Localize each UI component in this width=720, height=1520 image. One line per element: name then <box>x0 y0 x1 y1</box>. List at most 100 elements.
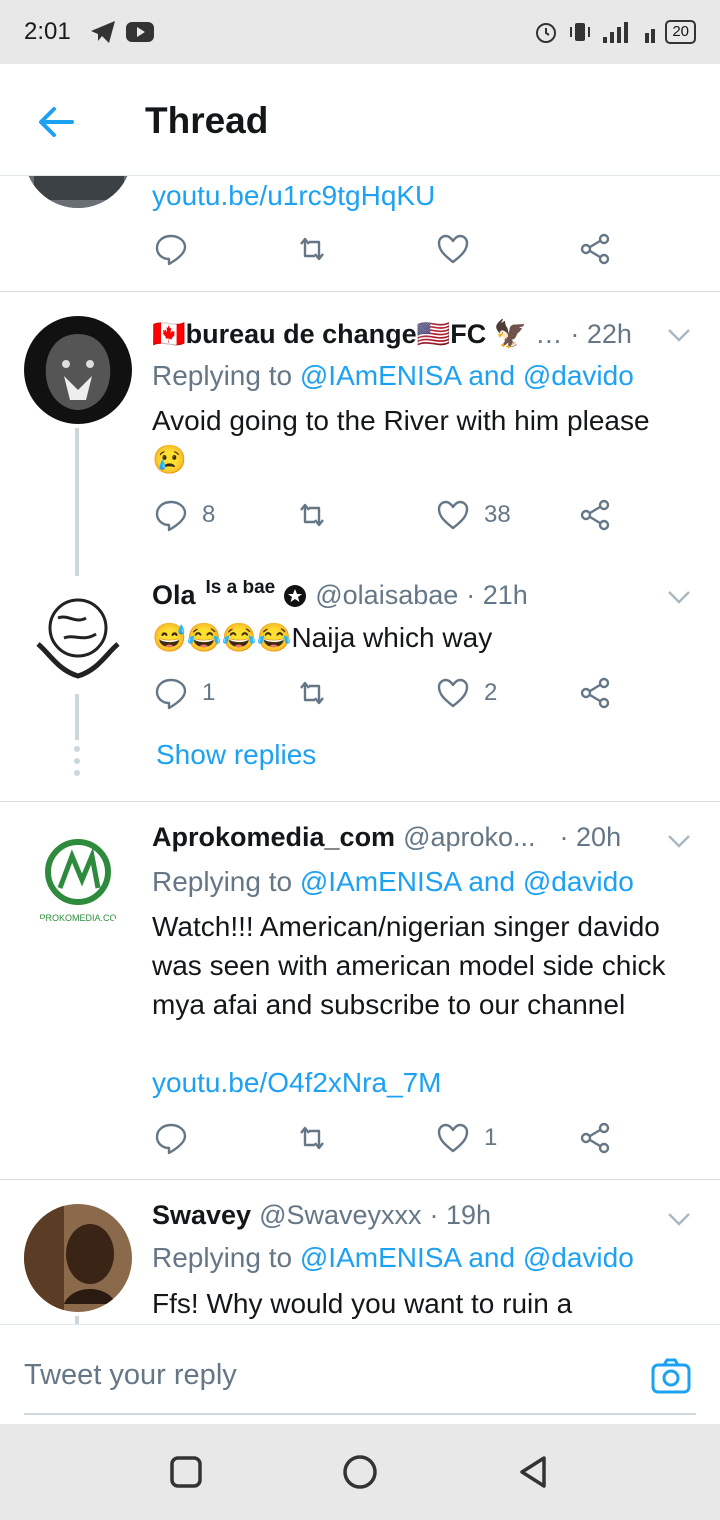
user-name[interactable]: 🇨🇦bureau de change🇺🇸FC 🦅 <box>152 318 527 350</box>
avatar[interactable] <box>24 1204 132 1312</box>
retweet-button[interactable] <box>295 676 329 710</box>
heart-icon <box>437 500 469 530</box>
like-button[interactable]: 2 <box>436 676 497 710</box>
chevron-down-icon[interactable] <box>666 828 692 854</box>
avatar[interactable]: PROKOMEDIA.CO <box>24 826 132 934</box>
avatar[interactable] <box>24 176 132 208</box>
thread-collapsed-dots <box>74 746 80 782</box>
chevron-down-icon[interactable] <box>666 322 692 348</box>
replying-to-link[interactable]: @IAmENISA and @davido <box>300 360 634 391</box>
retweet-icon <box>300 237 324 261</box>
share-button[interactable] <box>578 676 612 710</box>
user-handle[interactable]: @Swaveyxxx <box>259 1200 421 1231</box>
share-button[interactable] <box>578 232 612 266</box>
reply-icon <box>155 234 187 266</box>
camera-icon[interactable] <box>650 1355 692 1397</box>
tweet-time: · 20h <box>559 822 622 852</box>
thread-feed[interactable]: youtu.be/u1rc9tgHqKU 🇨🇦bureau de change🇺… <box>0 176 720 1324</box>
like-count: 38 <box>484 501 511 528</box>
tweet-actions: 1 <box>152 1121 632 1161</box>
name-truncation: … <box>535 318 563 349</box>
reply-count: 8 <box>202 501 216 528</box>
divider <box>0 801 720 802</box>
reply-icon <box>155 500 187 532</box>
tweet-header: Ola Is a bae @olaisabae · 21h <box>152 580 660 611</box>
reply-button[interactable] <box>154 232 188 266</box>
retweet-button[interactable] <box>295 1121 329 1155</box>
retweet-button[interactable] <box>295 232 329 266</box>
retweet-icon <box>300 681 324 705</box>
replying-to-link[interactable]: @IAmENISA and @davido <box>300 866 634 897</box>
chevron-down-icon[interactable] <box>666 1206 692 1232</box>
avatar[interactable] <box>24 316 132 424</box>
input-underline <box>24 1413 696 1415</box>
like-count: 1 <box>484 1124 498 1151</box>
back-arrow-icon[interactable] <box>36 102 76 142</box>
signal-icon <box>603 22 629 43</box>
back-triangle-icon[interactable] <box>516 1454 552 1490</box>
thread-connector <box>75 428 79 576</box>
show-replies-link[interactable]: Show replies <box>156 739 316 771</box>
replying-to-link[interactable]: @IAmENISA and @davido <box>300 1242 634 1273</box>
like-button[interactable]: 1 <box>436 1121 497 1155</box>
retweet-icon <box>300 503 324 527</box>
replying-to: Replying to @IAmENISA and @davido <box>152 1242 634 1273</box>
telegram-icon <box>90 21 115 43</box>
tweet-text: 😅😂😂😂Naija which way <box>152 622 493 653</box>
recents-square-icon[interactable] <box>168 1454 204 1490</box>
like-button[interactable] <box>436 232 470 266</box>
signal-2-icon <box>645 29 656 43</box>
tweet-text: Avoid going to the River with him please… <box>152 405 650 475</box>
reply-button[interactable]: 8 <box>154 498 215 532</box>
avatar[interactable] <box>24 584 132 692</box>
tweet-link[interactable]: youtu.be/O4f2xNra_7M <box>152 1063 684 1102</box>
home-circle-icon[interactable] <box>342 1454 378 1490</box>
user-name[interactable]: Aprokomedia_com <box>152 822 395 853</box>
tweet-actions: 1 2 <box>152 676 632 716</box>
tweet-actions <box>152 232 632 272</box>
vibrate-icon <box>570 23 591 41</box>
user-name[interactable]: Ola <box>152 580 196 611</box>
battery-indicator: 20 <box>665 20 696 44</box>
reply-icon <box>155 678 187 710</box>
reply-count: 1 <box>202 679 216 706</box>
share-button[interactable] <box>578 498 612 532</box>
divider <box>0 291 720 292</box>
system-nav-bar <box>0 1424 720 1520</box>
share-icon <box>580 233 610 265</box>
tweet-time: · 19h <box>429 1200 492 1230</box>
share-icon <box>580 499 610 531</box>
user-handle[interactable]: @aproko... <box>403 822 535 853</box>
status-time: 2:01 <box>24 18 71 45</box>
user-handle[interactable]: @olaisabae <box>315 580 458 611</box>
tweet-time: · 22h <box>570 318 632 349</box>
retweet-icon <box>300 1126 324 1150</box>
replying-to: Replying to @IAmENISA and @davido <box>152 866 634 897</box>
share-icon <box>580 677 610 709</box>
youtube-icon <box>125 22 154 42</box>
alarm-icon <box>536 23 557 43</box>
like-button[interactable]: 38 <box>436 498 511 532</box>
reply-button[interactable] <box>154 1121 188 1155</box>
reply-button[interactable]: 1 <box>154 676 215 710</box>
reply-input[interactable]: Tweet your reply <box>24 1359 237 1392</box>
reply-composer: Tweet your reply <box>0 1324 720 1425</box>
user-name[interactable]: Swavey <box>152 1200 251 1231</box>
star-badge-icon <box>284 584 307 607</box>
heart-icon <box>437 1123 469 1153</box>
retweet-button[interactable] <box>295 498 329 532</box>
tweet-text: Ffs! Why would you want to ruin a <box>152 1288 573 1319</box>
status-bar: 2:01 20 <box>0 0 720 64</box>
user-name-suffix: Is a bae <box>205 580 276 598</box>
page-title: Thread <box>145 100 269 141</box>
tweet-header: 🇨🇦bureau de change🇺🇸FC 🦅 … · 22h <box>152 318 660 350</box>
like-count: 2 <box>484 679 498 706</box>
share-button[interactable] <box>578 1121 612 1155</box>
tweet-link[interactable]: youtu.be/u1rc9tgHqKU <box>152 176 684 215</box>
tweet-text: Watch!!! American/nigerian singer davido… <box>152 911 666 1020</box>
heart-icon <box>437 678 469 708</box>
divider <box>0 1179 720 1180</box>
chevron-down-icon[interactable] <box>666 584 692 610</box>
replying-to: Replying to @IAmENISA and @davido <box>152 360 634 391</box>
app-bar: Thread <box>0 64 720 176</box>
